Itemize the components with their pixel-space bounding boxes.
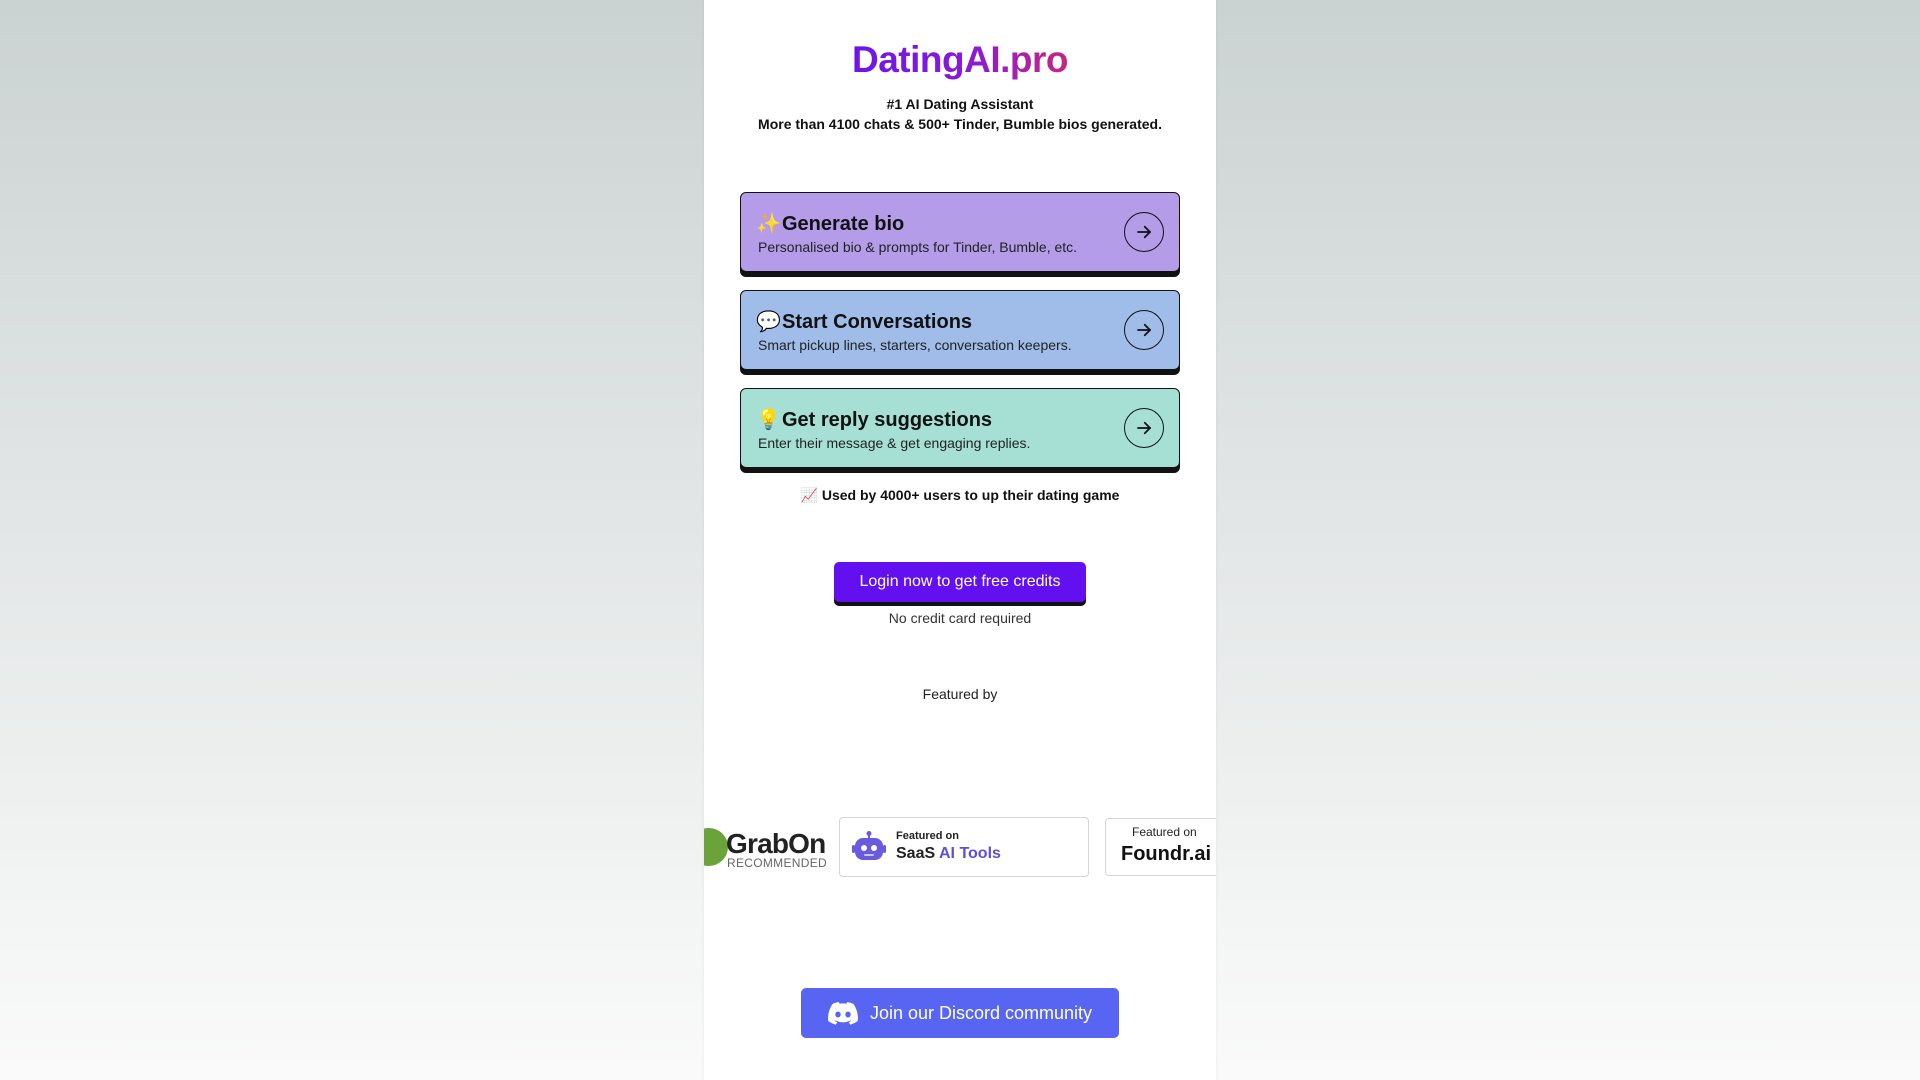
speech-bubble-icon: 💬 [756, 311, 781, 333]
discord-button[interactable]: Join our Discord community [801, 988, 1119, 1038]
saas-name-part1: SaaS [896, 845, 936, 862]
start-conversations-card[interactable]: 💬Start Conversations Smart pickup lines,… [740, 290, 1180, 370]
reply-suggestions-card[interactable]: 💡Get reply suggestions Enter their messa… [740, 388, 1180, 468]
generate-bio-card[interactable]: ✨Generate bio Personalised bio & prompts… [740, 192, 1180, 272]
saas-name: SaaS AI Tools [896, 845, 1001, 863]
no-credit-card-note: No credit card required [888, 610, 1032, 626]
grabon-badge[interactable]: GrabOn RECOMMENDED [704, 824, 827, 874]
social-proof: 📈 Used by 4000+ users to up their dating… [704, 487, 1216, 504]
foundr-prefix: Featured on [1132, 825, 1197, 839]
saas-prefix: Featured on [896, 830, 959, 842]
chart-increasing-icon: 📈 [800, 487, 818, 503]
card-title: Generate bio [782, 213, 905, 235]
foundr-badge[interactable]: Featured on Foundr.ai [1105, 818, 1216, 876]
arrow-right-icon[interactable] [1124, 212, 1164, 252]
login-button[interactable]: Login now to get free credits [834, 562, 1086, 602]
main-panel: DatingAI.pro #1 AI Dating Assistant More… [704, 0, 1216, 1080]
lightbulb-icon: 💡 [756, 409, 781, 431]
arrow-right-icon[interactable] [1124, 408, 1164, 448]
saas-ai-tools-badge[interactable]: Featured on SaaS AI Tools [839, 817, 1089, 877]
card-title: Get reply suggestions [782, 409, 993, 431]
brand-logo[interactable]: DatingAI.pro [704, 36, 1216, 84]
foundr-name: Foundr.ai [1121, 843, 1211, 865]
sparkles-icon: ✨ [756, 213, 781, 235]
card-subtitle: Smart pickup lines, starters, conversati… [758, 337, 1072, 353]
saas-name-part2: AI Tools [939, 845, 1001, 862]
card-subtitle: Personalised bio & prompts for Tinder, B… [758, 239, 1078, 255]
card-title: Start Conversations [782, 311, 973, 333]
card-subtitle: Enter their message & get engaging repli… [758, 435, 1031, 451]
social-proof-text: Used by 4000+ users to up their dating g… [821, 487, 1120, 503]
grabon-logo-icon [704, 828, 728, 866]
discord-icon [828, 1001, 858, 1025]
featured-by-heading: Featured by [922, 686, 998, 702]
brand-name[interactable]: DatingAI.pro [852, 39, 1068, 80]
stats-line: More than 4100 chats & 500+ Tinder, Bumb… [758, 116, 1162, 132]
arrow-right-icon[interactable] [1124, 310, 1164, 350]
robot-icon [852, 831, 886, 860]
tagline: #1 AI Dating Assistant [886, 96, 1034, 112]
discord-label: Join our Discord community [869, 1002, 1093, 1023]
grabon-caption: RECOMMENDED [727, 856, 827, 870]
